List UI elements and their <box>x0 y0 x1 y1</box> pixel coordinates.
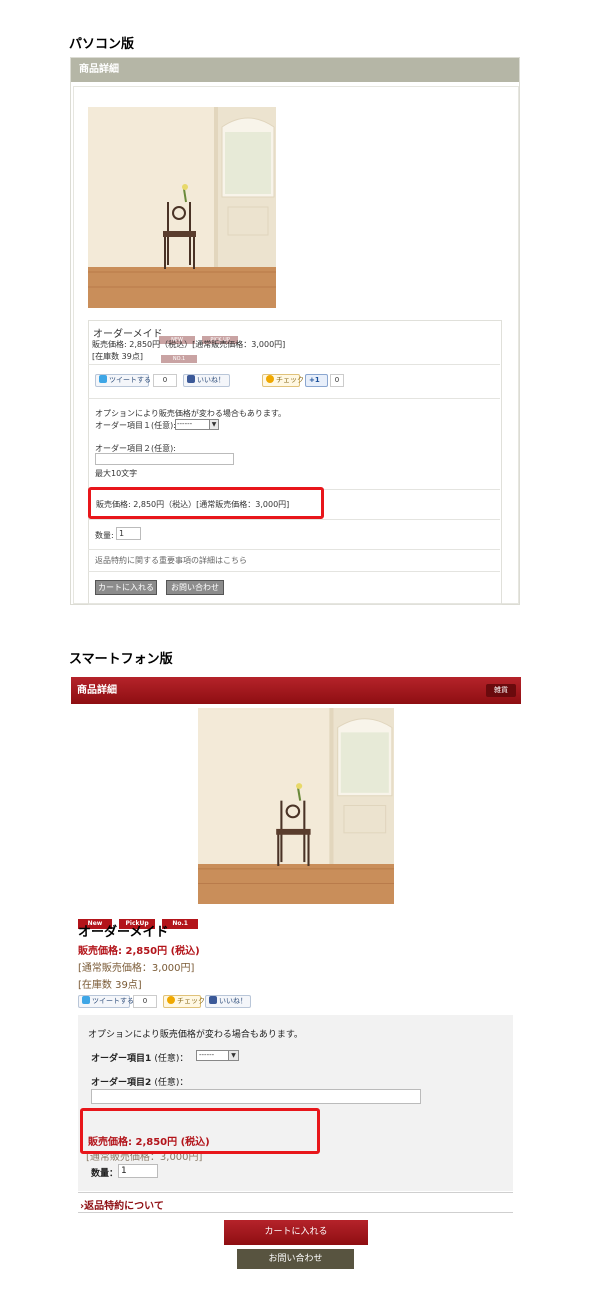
pc-option1-select[interactable]: ------ ▼ <box>175 419 219 430</box>
pc-tweet-button[interactable]: ツイートする <box>95 374 151 387</box>
pc-option2-input[interactable] <box>95 453 234 465</box>
sp-stock: [在庫数 39点] <box>78 980 142 991</box>
pc-product-name: オーダーメイド <box>93 329 163 340</box>
pc-price-line-2: 販売価格: 2,850円（税込）[通常販売価格：3,000円] <box>96 500 290 509</box>
sp-tweet-label: ツイートする <box>92 997 134 1005</box>
pc-qty-label: 数量: <box>95 531 114 540</box>
sp-inquiry-button[interactable]: お問い合わせ <box>237 1249 354 1269</box>
sp-price-highlight-box <box>80 1108 320 1154</box>
pc-plusone-count: 0 <box>330 374 344 387</box>
sp-cart-button[interactable]: カートに入れる <box>224 1220 368 1245</box>
sp-like-button[interactable]: いいね！ <box>205 995 251 1008</box>
sp-divider <box>78 1192 513 1193</box>
pc-option-note: オプションにより販売価格が変わる場合もあります。 <box>95 409 287 418</box>
pc-tweet-label: ツイートする <box>109 376 151 384</box>
pc-divider <box>88 398 500 399</box>
sp-divider <box>78 1212 513 1213</box>
sp-back-button[interactable]: 雑貨 <box>486 684 516 697</box>
mixi-check-icon <box>167 996 175 1004</box>
pc-option1-value: ------ <box>177 420 193 428</box>
facebook-icon <box>187 375 195 383</box>
sp-qty-label: 数量： <box>91 1169 119 1179</box>
pc-option1-label: オーダー項目１(任意): <box>95 421 176 430</box>
sp-option2-suffix: (任意)： <box>154 1078 189 1088</box>
pc-check-label: チェック <box>276 376 304 384</box>
pc-panel-title: 商品詳細 <box>71 58 519 82</box>
sp-header-title: 商品詳細 <box>77 685 117 696</box>
sp-option1-label: オーダー項目1 (任意)： <box>91 1051 188 1064</box>
sp-check-button[interactable]: チェック <box>163 995 205 1008</box>
sp-product-name: オーダーメイド <box>78 925 169 940</box>
sp-product-image <box>198 708 394 904</box>
twitter-icon <box>82 996 90 1004</box>
pc-stock: [在庫数 39点] <box>92 352 143 361</box>
sp-option1-value: ------ <box>199 1051 215 1059</box>
facebook-icon <box>209 996 217 1004</box>
sp-like-label: いいね！ <box>219 997 247 1005</box>
mixi-check-icon <box>266 375 274 383</box>
pc-max-chars: 最大10文字 <box>95 469 138 478</box>
pc-tag-no1: NO.1 <box>161 355 197 363</box>
sp-option1-suffix: (任意)： <box>154 1054 189 1064</box>
sp-check-label: チェック <box>177 997 205 1005</box>
pc-divider <box>88 571 500 572</box>
chevron-down-icon: ▼ <box>228 1051 238 1060</box>
sp-returns-link[interactable]: ›返品特約について <box>80 1197 164 1212</box>
pc-product-image <box>88 107 276 308</box>
sp-option1-select[interactable]: ------ ▼ <box>196 1050 239 1061</box>
sp-option2-input[interactable] <box>91 1089 421 1104</box>
sp-price: 販売価格: 2,850円 (税込) <box>78 946 200 957</box>
twitter-icon <box>99 375 107 383</box>
pc-check-button[interactable]: チェック <box>262 374 304 387</box>
sp-option-note: オプションにより販売価格が変わる場合もあります。 <box>88 1030 303 1040</box>
sp-qty-input[interactable]: 1 <box>118 1164 158 1178</box>
sp-option2-label-text: オーダー項目2 <box>91 1078 152 1088</box>
pc-divider <box>88 519 500 520</box>
pc-section-heading: パソコン版 <box>69 37 135 52</box>
pc-like-button[interactable]: いいね！ <box>183 374 230 387</box>
pc-divider <box>88 549 500 550</box>
pc-price-line: 販売価格: 2,850円（税込）[通常販売価格：3,000円] <box>92 340 286 349</box>
sp-option2-label: オーダー項目2 (任意)： <box>91 1075 188 1088</box>
pc-divider <box>88 364 500 365</box>
sp-tag-list: New PickUp No.1 <box>78 910 208 929</box>
chevron-down-icon: ▼ <box>209 420 218 429</box>
pc-qty-input[interactable]: 1 <box>116 527 141 540</box>
sp-header-bar: 商品詳細 <box>71 677 521 704</box>
pc-plusone-button[interactable]: +1 <box>305 374 328 387</box>
pc-tweet-count: 0 <box>153 374 177 387</box>
sp-regular-price: [通常販売価格：3,000円] <box>78 963 195 974</box>
pc-tag-list: NEW PICK UP NO.1 <box>159 326 279 363</box>
pc-returns-link[interactable]: 返品特約に関する重要事項の詳細はこちら <box>95 555 247 566</box>
pc-cart-button[interactable]: カートに入れる <box>95 580 157 595</box>
sp-section-heading: スマートフォン版 <box>69 652 173 667</box>
sp-option1-label-text: オーダー項目1 <box>91 1054 152 1064</box>
sp-tweet-count: 0 <box>133 995 157 1008</box>
pc-inquiry-button[interactable]: お問い合わせ <box>166 580 224 595</box>
sp-tweet-button[interactable]: ツイートする <box>78 995 134 1008</box>
pc-like-label: いいね！ <box>197 376 225 384</box>
